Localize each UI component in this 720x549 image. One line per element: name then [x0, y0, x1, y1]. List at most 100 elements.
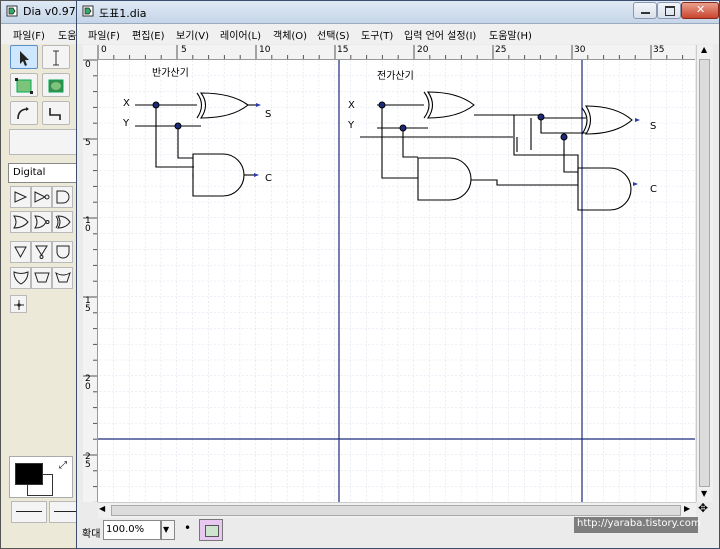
menu-view[interactable]: 보기(V)	[176, 27, 209, 42]
triangle-down-icon	[14, 246, 27, 259]
shape-or-down-button[interactable]	[10, 267, 31, 289]
dia-app-icon	[6, 5, 18, 17]
full-adder-s-label: S	[650, 121, 657, 132]
ruler-left-label: 2 0	[85, 374, 91, 392]
watermark-box: http://yaraba.tistory.com	[574, 517, 701, 533]
diagram-menubar: 파일(F) 편집(E) 보기(V) 레이어(L) 객체(O) 선택(S) 도구(…	[77, 24, 719, 44]
zoom-dropdown-button[interactable]: ▼	[161, 520, 175, 540]
menu-file[interactable]: 파일(F)	[88, 27, 120, 42]
shape-mux-button[interactable]	[52, 267, 73, 289]
half-adder-c-label: C	[265, 173, 272, 184]
ruler-top-label: 5	[181, 45, 187, 55]
shape-junction-button[interactable]	[10, 295, 27, 313]
minimize-button[interactable]	[633, 2, 657, 19]
menu-objects[interactable]: 객체(O)	[273, 27, 307, 42]
diagram-title: 도표1.dia	[99, 7, 147, 20]
zoom-value: 100.0%	[106, 524, 145, 535]
vertical-scrollbar[interactable]: ▲ ▼	[696, 45, 713, 502]
zigzag-line-icon	[49, 108, 61, 120]
full-adder-title: 전가산기	[377, 71, 414, 82]
ruler-left-label: 5	[85, 138, 91, 148]
sheet-selector-value: Digital	[13, 167, 46, 178]
shape-nor-button[interactable]	[31, 211, 52, 233]
pointer-arrow-icon	[20, 51, 29, 66]
triangle-down-circle-icon	[35, 245, 48, 259]
zoom-label: 확대	[82, 529, 101, 540]
scroll-right-icon[interactable]: ▶	[684, 504, 690, 513]
vertical-scroll-thumb[interactable]	[699, 59, 710, 487]
half-adder	[135, 92, 256, 197]
or-gate-icon	[13, 215, 29, 229]
scroll-left-icon[interactable]: ◀	[99, 504, 105, 513]
menu-help[interactable]: 도움	[58, 27, 76, 42]
junction-icon	[14, 300, 24, 310]
half-adder-y-label: Y	[123, 118, 130, 129]
shape-nand-button[interactable]	[10, 241, 31, 263]
minimize-icon	[641, 12, 650, 14]
scroll-down-icon[interactable]: ▼	[701, 489, 707, 498]
menu-help[interactable]: 도움말(H)	[489, 27, 532, 42]
buffer-gate-icon	[14, 191, 28, 203]
text-cursor-icon	[53, 50, 59, 66]
snap-to-grid-toggle[interactable]	[199, 519, 223, 541]
diagram-window: 도표1.dia ✕ 파일(F) 편집(E) 보기(V) 레이어(L) 객체(O)…	[76, 0, 720, 549]
menu-file[interactable]: 파일(F)	[13, 27, 45, 42]
pointer-tool-button[interactable]	[10, 45, 38, 69]
snap-dot-icon[interactable]: •	[184, 521, 191, 535]
diagram-canvas[interactable]: 반가산기 전가산기 X Y S C X Y S C	[98, 60, 695, 502]
menu-tools[interactable]: 도구(T)	[361, 27, 393, 42]
diagram-titlebar[interactable]: 도표1.dia ✕	[77, 1, 719, 24]
ruler-left-label: 1 5	[85, 296, 91, 314]
box-tool-button[interactable]	[10, 73, 38, 97]
full-adder-x-label: X	[348, 100, 355, 111]
menu-input-method[interactable]: 입력 언어 설정(I)	[404, 27, 476, 42]
shape-xor-button[interactable]	[52, 211, 73, 233]
ruler-top-label: 0	[101, 45, 107, 55]
menu-select[interactable]: 선택(S)	[317, 27, 350, 42]
zigzag-tool-button[interactable]	[42, 101, 70, 125]
and-down-icon	[56, 245, 70, 259]
menu-layers[interactable]: 레이어(L)	[220, 27, 261, 42]
ruler-left-label: 0	[85, 60, 91, 70]
grid-icon	[205, 525, 219, 537]
scroll-up-icon[interactable]: ▲	[701, 45, 707, 54]
dia-app-icon	[82, 5, 94, 17]
zoom-input[interactable]: 100.0%	[103, 520, 161, 540]
watermark-text: http://yaraba.tistory.com	[577, 518, 701, 529]
shape-and-button[interactable]	[52, 186, 73, 208]
arc-tool-button[interactable]	[10, 101, 38, 125]
left-ruler: 0 5 1 0 1 5 2 0 2 5	[83, 59, 98, 502]
line-width-selector[interactable]	[11, 501, 47, 523]
shape-bus-button[interactable]	[31, 267, 52, 289]
horizontal-scroll-thumb[interactable]	[111, 505, 681, 516]
ruler-top-label: 20	[417, 45, 429, 55]
shape-and-down-button[interactable]	[52, 241, 73, 263]
ellipse-icon	[48, 79, 64, 93]
ruler-left-label: 2 5	[85, 452, 91, 470]
close-button[interactable]: ✕	[681, 2, 719, 19]
menu-edit[interactable]: 편집(E)	[132, 27, 165, 42]
left-ruler-ticks	[83, 59, 97, 502]
circuit-diagram	[135, 91, 640, 211]
horizontal-scrollbar[interactable]: ◀ ▶	[98, 502, 696, 518]
ruler-top-label: 10	[259, 45, 271, 55]
navigation-cross-icon[interactable]: ✥	[698, 501, 708, 515]
xor-gate-icon	[55, 215, 71, 229]
text-tool-button[interactable]	[42, 45, 70, 69]
shape-inverter-button[interactable]	[31, 186, 52, 208]
swap-colors-icon[interactable]: ⤢	[59, 460, 67, 471]
shape-or-button[interactable]	[10, 211, 31, 233]
maximize-button[interactable]	[657, 2, 681, 19]
trapezoid-icon	[34, 272, 50, 283]
maximize-icon	[665, 6, 675, 16]
half-adder-title: 반가산기	[152, 68, 189, 79]
full-adder	[360, 91, 633, 211]
full-adder-c-label: C	[650, 184, 657, 195]
ruler-left-label: 1 0	[85, 216, 91, 234]
box-icon	[15, 78, 33, 94]
shape-xnor-button[interactable]	[31, 241, 52, 263]
foreground-color-swatch[interactable]	[15, 463, 43, 485]
full-adder-y-label: Y	[348, 120, 355, 131]
shape-buffer-button[interactable]	[10, 186, 31, 208]
ellipse-tool-button[interactable]	[42, 73, 70, 97]
